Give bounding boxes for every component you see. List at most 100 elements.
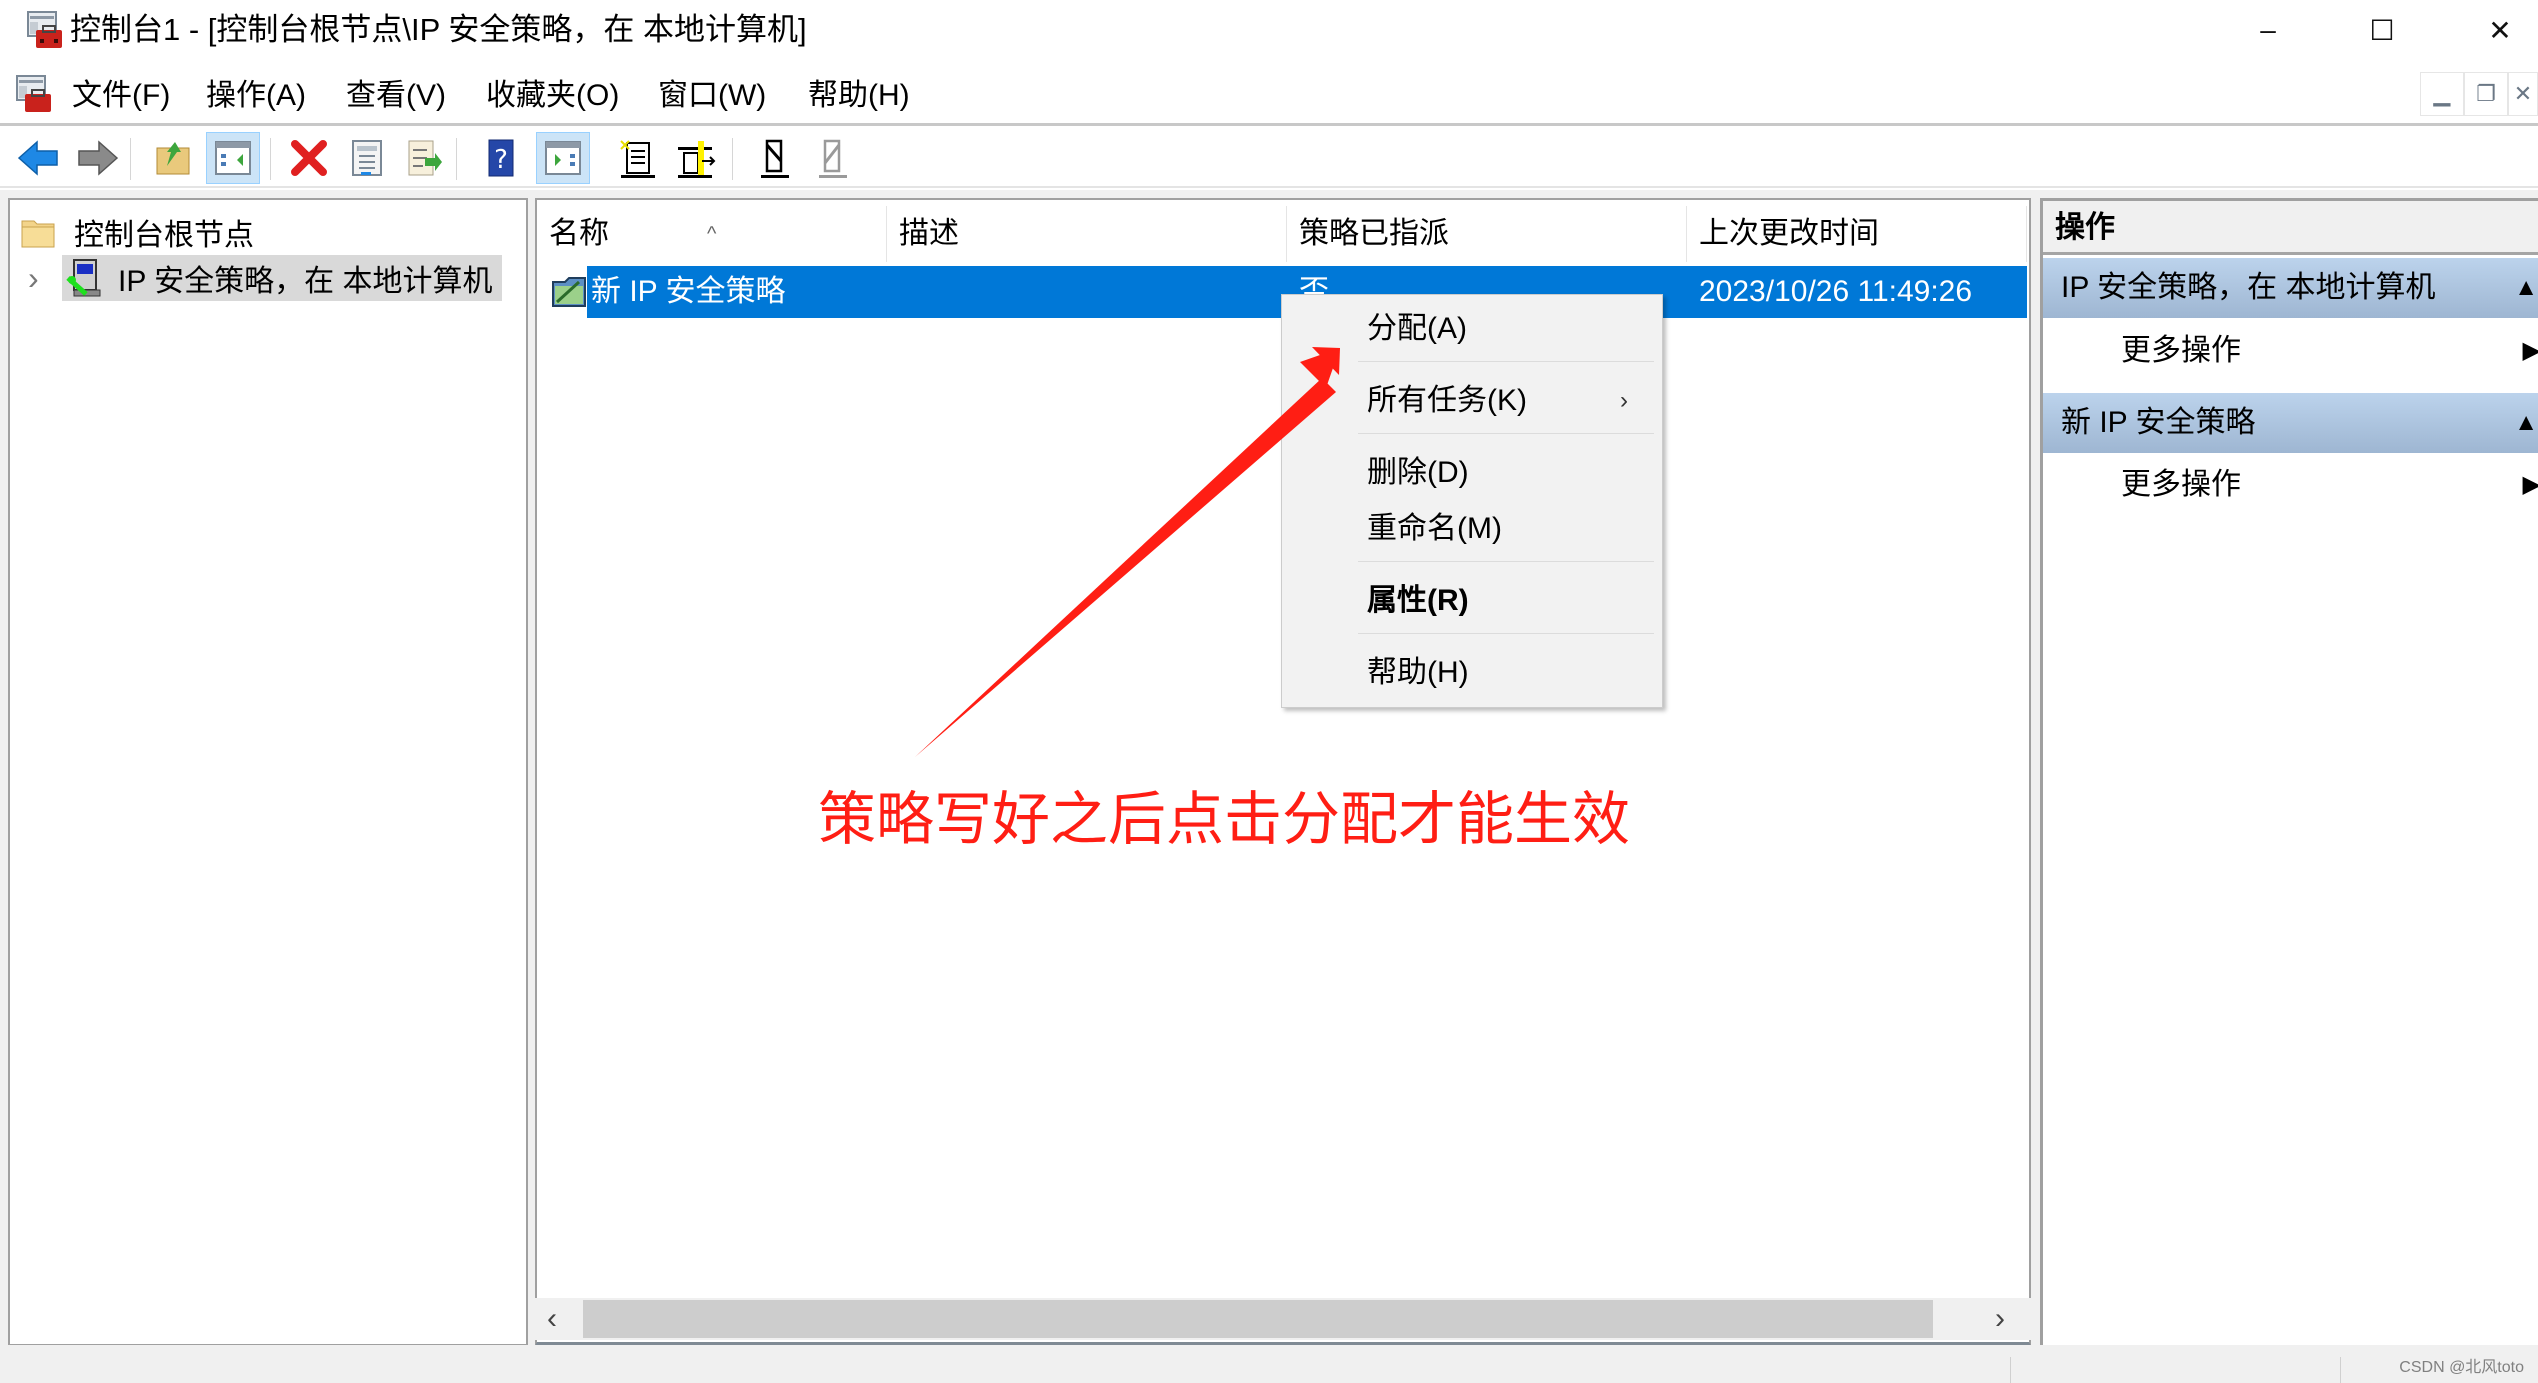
back-button[interactable] bbox=[12, 132, 66, 184]
tree-node-ip-security-policies[interactable]: › IP 安全策略，在 本地计算机 bbox=[28, 254, 503, 302]
toolbar-separator bbox=[456, 138, 457, 180]
submenu-arrow-icon: ▶ bbox=[2522, 337, 2538, 364]
close-icon: ✕ bbox=[2488, 14, 2512, 46]
toolbar-separator bbox=[130, 138, 131, 180]
menu-item-delete[interactable]: 删除(D) bbox=[1367, 453, 1469, 493]
svg-text:?: ? bbox=[494, 145, 508, 175]
manage-ip-filter-lists-button[interactable] bbox=[668, 132, 722, 184]
annotation-text: 策略写好之后点击分配才能生效 bbox=[818, 787, 1631, 852]
delete-button[interactable] bbox=[282, 132, 336, 184]
folder-icon bbox=[21, 220, 55, 248]
close-button[interactable]: ✕ bbox=[2448, 0, 2538, 60]
tree-node-console-root[interactable]: 控制台根节点 bbox=[20, 208, 254, 256]
create-ip-security-policy-button[interactable] bbox=[610, 132, 664, 184]
collapse-icon[interactable]: ▲ bbox=[2514, 258, 2538, 318]
menu-separator bbox=[1358, 561, 1654, 562]
column-header-policy-assigned[interactable]: 策略已指派 bbox=[1287, 206, 1687, 262]
forward-button[interactable] bbox=[70, 132, 124, 184]
submenu-chevron-icon: › bbox=[1620, 387, 1628, 414]
action-more-actions[interactable]: 更多操作 ▶ bbox=[2121, 325, 2538, 377]
mdi-child-controls: ▁ ❐ ✕ bbox=[2420, 72, 2538, 120]
title-bar: 控制台1 - [控制台根节点\IP 安全策略，在 本地计算机] – ☐ ✕ bbox=[0, 0, 2538, 64]
delete-icon bbox=[291, 140, 327, 176]
mmc-system-menu-icon[interactable] bbox=[14, 74, 54, 114]
menu-item-all-tasks[interactable]: 所有任务(K) bbox=[1367, 381, 1527, 421]
maximize-icon: ☐ bbox=[2369, 14, 2395, 46]
scroll-right-icon[interactable]: › bbox=[1995, 1302, 2005, 1336]
context-menu: 分配(A) 所有任务(K) › 删除(D) 重命名(M) 属性(R) 帮助(H) bbox=[1281, 294, 1663, 708]
ip-policy-item-icon bbox=[552, 277, 586, 307]
action-group-label: IP 安全策略，在 本地计算机 bbox=[2061, 271, 2436, 304]
collapse-icon[interactable]: ▲ bbox=[2514, 393, 2538, 453]
unassign-button[interactable] bbox=[806, 132, 860, 184]
menu-action[interactable]: 操作(A) bbox=[206, 76, 306, 116]
filter-lists-icon bbox=[678, 141, 716, 178]
horizontal-scrollbar[interactable]: ‹ › bbox=[535, 1298, 2031, 1340]
console-tree-icon bbox=[215, 141, 251, 175]
menu-separator bbox=[1358, 633, 1654, 634]
scrollbar-thumb[interactable] bbox=[583, 1300, 1933, 1338]
menu-help[interactable]: 帮助(H) bbox=[808, 76, 910, 116]
assign-button[interactable] bbox=[748, 132, 802, 184]
watermark: CSDN @北风toto bbox=[2399, 1359, 2524, 1376]
up-one-level-button[interactable] bbox=[146, 132, 200, 184]
forward-arrow-icon bbox=[78, 140, 119, 176]
action-group-new-ip-policy[interactable]: 新 IP 安全策略 ▲ bbox=[2043, 393, 2538, 453]
minimize-button[interactable]: – bbox=[2216, 0, 2320, 60]
menu-item-properties[interactable]: 属性(R) bbox=[1367, 581, 1469, 621]
cell-name: 新 IP 安全策略 bbox=[591, 275, 786, 308]
column-header-name[interactable]: 名称 ^ bbox=[537, 206, 887, 262]
sort-ascending-icon: ^ bbox=[707, 223, 717, 245]
expand-chevron-icon[interactable]: › bbox=[28, 260, 62, 297]
menu-item-rename[interactable]: 重命名(M) bbox=[1367, 509, 1502, 549]
menu-item-assign[interactable]: 分配(A) bbox=[1367, 309, 1467, 349]
menu-window[interactable]: 窗口(W) bbox=[658, 76, 766, 116]
tree-node-selection: IP 安全策略，在 本地计算机 bbox=[62, 255, 503, 301]
menu-separator bbox=[1358, 361, 1654, 362]
properties-button[interactable] bbox=[340, 132, 394, 184]
column-header-last-modified[interactable]: 上次更改时间 bbox=[1687, 206, 2027, 262]
maximize-button[interactable]: ☐ bbox=[2330, 0, 2434, 60]
toolbar-separator bbox=[270, 138, 271, 180]
submenu-arrow-icon: ▶ bbox=[2522, 471, 2538, 498]
help-icon: ? bbox=[488, 139, 514, 177]
properties-icon bbox=[352, 140, 382, 176]
minimize-icon: – bbox=[2260, 14, 2276, 45]
minimize-icon: ▁ bbox=[2433, 81, 2451, 106]
mdi-minimize-button[interactable]: ▁ bbox=[2420, 72, 2464, 116]
tree-node-label: IP 安全策略，在 本地计算机 bbox=[118, 265, 493, 298]
help-button[interactable]: ? bbox=[474, 132, 528, 184]
mdi-close-button[interactable]: ✕ bbox=[2508, 72, 2538, 116]
scroll-left-icon[interactable]: ‹ bbox=[547, 1302, 557, 1336]
back-arrow-icon bbox=[17, 140, 58, 176]
status-separator bbox=[2010, 1357, 2011, 1383]
console-tree-pane: 控制台根节点 › IP 安全策略，在 本地计算机 bbox=[8, 198, 528, 1346]
assign-policy-icon bbox=[761, 139, 789, 178]
action-more-actions[interactable]: 更多操作 ▶ bbox=[2121, 459, 2538, 511]
menu-favorites[interactable]: 收藏夹(O) bbox=[486, 76, 619, 116]
window-title: 控制台1 - [控制台根节点\IP 安全策略，在 本地计算机] bbox=[70, 12, 807, 47]
action-pane-icon bbox=[545, 141, 581, 175]
action-group-label: 新 IP 安全策略 bbox=[2061, 406, 2256, 439]
action-group-ip-security-policies[interactable]: IP 安全策略，在 本地计算机 ▲ bbox=[2043, 258, 2538, 318]
menu-view[interactable]: 查看(V) bbox=[346, 76, 446, 116]
create-policy-icon bbox=[620, 140, 655, 178]
export-list-button[interactable] bbox=[396, 132, 450, 184]
menu-item-help[interactable]: 帮助(H) bbox=[1367, 653, 1469, 693]
show-hide-action-pane-button[interactable] bbox=[536, 132, 590, 184]
mdi-restore-button[interactable]: ❐ bbox=[2464, 72, 2508, 116]
toolbar: ? bbox=[0, 128, 2538, 188]
show-hide-console-tree-button[interactable] bbox=[206, 132, 260, 184]
menu-separator bbox=[1358, 433, 1654, 434]
status-separator bbox=[2340, 1357, 2341, 1383]
cell-last-modified: 2023/10/26 11:49:26 bbox=[1699, 275, 1973, 308]
mmc-console-icon bbox=[27, 11, 62, 48]
menu-file[interactable]: 文件(F) bbox=[72, 76, 170, 116]
restore-icon: ❐ bbox=[2476, 81, 2496, 106]
up-folder-icon bbox=[156, 142, 190, 175]
ip-security-policy-icon bbox=[66, 259, 101, 297]
column-header-description[interactable]: 描述 bbox=[887, 206, 1287, 262]
status-bar: CSDN @北风toto bbox=[0, 1345, 2538, 1383]
close-icon: ✕ bbox=[2513, 81, 2533, 106]
actions-pane-title: 操作 bbox=[2043, 201, 2538, 255]
